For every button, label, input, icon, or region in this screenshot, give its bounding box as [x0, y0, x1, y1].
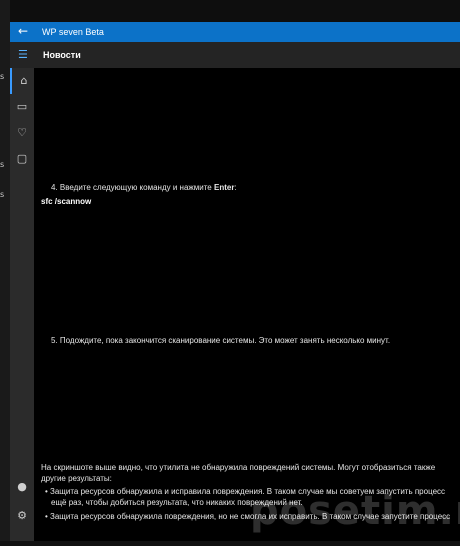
step-4-prefix: 4. Введите следующую команду и нажмите: [51, 183, 214, 192]
command-text: sfc /scannow: [41, 197, 92, 206]
back-arrow-icon[interactable]: ←: [18, 24, 28, 38]
summary-line-1: На скриншоте выше видно, что утилита не …: [41, 463, 436, 472]
heart-icon[interactable]: ♡: [10, 120, 34, 146]
window-title: WP seven Beta: [42, 27, 104, 37]
desktop-edge: s s s: [0, 0, 10, 546]
home-icon[interactable]: ⌂: [10, 68, 36, 94]
step-4-text: 4. Введите следующую команду и нажмите E…: [51, 182, 237, 193]
summary-line-2: другие результаты:: [41, 474, 112, 483]
sidebar: ⌂ ▭ ♡ ▢ ● ⚙: [10, 68, 34, 541]
settings-icon[interactable]: ⚙: [10, 503, 34, 529]
avatar[interactable]: ●: [10, 474, 34, 500]
bottom-edge: [0, 541, 460, 546]
article-content: 4. Введите следующую команду и нажмите E…: [34, 68, 460, 541]
message-icon[interactable]: ▢: [10, 146, 34, 172]
step-5-text: 5. Подождите, пока закончится сканирован…: [51, 336, 391, 345]
watermark-logo: posetim.ru: [250, 488, 460, 534]
step-4-key: Enter: [213, 183, 235, 192]
hamburger-menu-icon[interactable]: ☰: [18, 49, 30, 61]
page-title: Новости: [43, 50, 81, 60]
title-bar: ← WP seven Beta: [10, 22, 460, 42]
app-window: ← WP seven Beta ☰ Новости ⌂ ▭ ♡ ▢ ● ⚙ 4.…: [10, 22, 460, 541]
step-4-suffix: :: [234, 183, 237, 192]
page-header: ☰ Новости: [10, 42, 460, 68]
comment-icon[interactable]: ▭: [10, 94, 34, 120]
